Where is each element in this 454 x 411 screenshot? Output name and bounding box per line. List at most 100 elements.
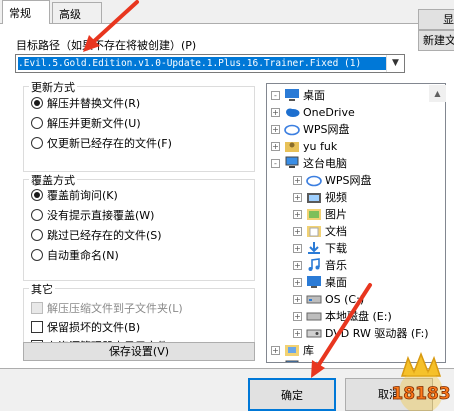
radio-label: 解压并更新文件(U) xyxy=(47,117,141,130)
radio-label: 解压并替换文件(R) xyxy=(47,97,141,110)
radio-button[interactable] xyxy=(31,229,43,241)
radio-extract-update[interactable]: 解压并更新文件(U) xyxy=(31,114,141,132)
collapse-icon[interactable]: - xyxy=(271,90,280,100)
tree-item-label: OS (C:) xyxy=(325,292,365,306)
tree-item-this-pc[interactable]: - 这台电脑 xyxy=(271,155,347,171)
ok-button[interactable]: 确定 xyxy=(248,378,336,411)
tree-item-dvd-drive[interactable]: + DVD RW 驱动器 (F:) xyxy=(293,325,429,341)
desktop-folder-icon xyxy=(306,275,322,289)
tree-item-wps-cloud[interactable]: + WPS网盘 xyxy=(271,121,350,137)
checkbox-label: 保留损坏的文件(B) xyxy=(47,321,141,334)
tree-item-drive-c[interactable]: + OS (C:) xyxy=(293,291,364,307)
tree-item-label: 桌面 xyxy=(325,276,347,289)
radio-overwrite-without-prompt[interactable]: 没有提示直接覆盖(W) xyxy=(31,206,154,224)
update-mode-title: 更新方式 xyxy=(29,79,77,95)
new-folder-button[interactable]: 新建文 xyxy=(418,30,454,51)
save-settings-button[interactable]: 保存设置(V) xyxy=(23,342,255,361)
tree-item-label: 桌面 xyxy=(303,89,325,102)
tree-item-user[interactable]: + yu fuk xyxy=(271,138,337,154)
chevron-down-icon[interactable]: ▼ xyxy=(386,55,404,72)
radio-label: 跳过已经存在的文件(S) xyxy=(47,229,162,242)
documents-folder-icon xyxy=(306,224,322,238)
checkbox[interactable] xyxy=(31,321,43,333)
radio-button[interactable] xyxy=(31,137,43,149)
network-icon xyxy=(284,360,300,362)
expand-icon[interactable]: + xyxy=(271,363,280,364)
expand-icon[interactable]: + xyxy=(293,175,302,185)
tree-item-drive-e[interactable]: + 本地磁盘 (E:) xyxy=(293,308,392,324)
expand-icon[interactable]: + xyxy=(293,209,302,219)
radio-button[interactable] xyxy=(31,249,43,261)
tree-item-music[interactable]: + 音乐 xyxy=(293,257,347,273)
music-folder-icon xyxy=(306,258,322,272)
tree-item-label: 网络 xyxy=(303,359,325,362)
expand-icon[interactable]: + xyxy=(271,107,280,117)
tree-item-label: OneDrive xyxy=(303,105,355,119)
folder-tree[interactable]: - 桌面 + OneDrive + WPS网盘 + yu fuk - 这台电脑 … xyxy=(266,83,446,363)
target-path-combobox[interactable]: .Evil.5.Gold.Edition.v1.0-Update.1.Plus.… xyxy=(15,54,405,73)
tree-item-label: 音乐 xyxy=(325,259,347,272)
checkbox-extract-to-subfolder[interactable]: 解压压缩文件到子文件夹(L) xyxy=(31,299,183,317)
target-path-value[interactable]: .Evil.5.Gold.Edition.v1.0-Update.1.Plus.… xyxy=(18,57,386,70)
tree-item-network[interactable]: + 网络 xyxy=(271,359,325,364)
tree-item-label: 这台电脑 xyxy=(303,157,347,170)
tab-bar: 常规 高级 xyxy=(0,0,454,24)
radio-button[interactable] xyxy=(31,209,43,221)
wps-cloud-icon xyxy=(284,122,300,136)
radio-button[interactable] xyxy=(31,117,43,129)
expand-icon[interactable]: + xyxy=(271,141,280,151)
expand-icon[interactable]: + xyxy=(293,277,302,287)
checkbox[interactable] xyxy=(31,302,43,314)
tree-item-onedrive[interactable]: + OneDrive xyxy=(271,104,355,120)
tree-item-documents[interactable]: + 文档 xyxy=(293,223,347,239)
expand-icon[interactable]: + xyxy=(293,226,302,236)
watermark-text: 18183 xyxy=(391,384,450,404)
desktop-icon xyxy=(284,88,300,102)
radio-label: 自动重命名(N) xyxy=(47,249,119,262)
tab-general[interactable]: 常规 xyxy=(2,0,50,24)
tree-item-libraries[interactable]: + 库 xyxy=(271,342,314,358)
expand-icon[interactable]: + xyxy=(293,260,302,270)
radio-button[interactable] xyxy=(31,97,43,109)
radio-skip-existing[interactable]: 跳过已经存在的文件(S) xyxy=(31,226,162,244)
drive-c-icon xyxy=(306,292,322,306)
checkbox-label: 解压压缩文件到子文件夹(L) xyxy=(47,302,183,315)
tree-item-videos[interactable]: + 视频 xyxy=(293,189,347,205)
expand-icon[interactable]: + xyxy=(293,243,302,253)
radio-label: 覆盖前询问(K) xyxy=(47,189,118,202)
update-mode-group: 更新方式 解压并替换文件(R) 解压并更新文件(U) 仅更新已经存在的文件(F) xyxy=(23,79,255,172)
wps-cloud-icon xyxy=(306,173,322,187)
scroll-up-arrow-icon[interactable]: ▲ xyxy=(429,85,446,102)
watermark-logo: 18183 xyxy=(391,352,451,411)
video-folder-icon xyxy=(306,190,322,204)
expand-icon[interactable]: + xyxy=(271,345,280,355)
user-icon xyxy=(284,139,300,153)
expand-icon[interactable]: + xyxy=(293,311,302,321)
collapse-icon[interactable]: - xyxy=(271,158,280,168)
computer-icon xyxy=(284,156,300,170)
onedrive-cloud-icon xyxy=(284,105,300,119)
downloads-folder-icon xyxy=(306,241,322,255)
radio-ask-before-overwrite[interactable]: 覆盖前询问(K) xyxy=(31,186,118,204)
drive-e-icon xyxy=(306,309,322,323)
expand-icon[interactable]: + xyxy=(271,124,280,134)
tab-advanced[interactable]: 高级 xyxy=(52,2,102,24)
tree-item-desktop-folder[interactable]: + 桌面 xyxy=(293,274,347,290)
expand-icon[interactable]: + xyxy=(293,192,302,202)
tree-item-label: WPS网盘 xyxy=(303,123,350,136)
radio-extract-replace[interactable]: 解压并替换文件(R) xyxy=(31,94,140,112)
tree-item-pictures[interactable]: + 图片 xyxy=(293,206,347,222)
checkbox-keep-broken-files[interactable]: 保留损坏的文件(B) xyxy=(31,318,140,336)
library-icon xyxy=(284,343,300,357)
show-button[interactable]: 显 xyxy=(418,9,454,30)
tree-item-label: 图片 xyxy=(325,208,347,221)
radio-auto-rename[interactable]: 自动重命名(N) xyxy=(31,246,119,264)
radio-button[interactable] xyxy=(31,189,43,201)
expand-icon[interactable]: + xyxy=(293,328,302,338)
radio-fresh-existing[interactable]: 仅更新已经存在的文件(F) xyxy=(31,134,172,152)
tree-item-downloads[interactable]: + 下载 xyxy=(293,240,347,256)
tree-item-wps-cloud-2[interactable]: + WPS网盘 xyxy=(293,172,372,188)
tree-item-desktop[interactable]: - 桌面 xyxy=(271,87,325,103)
expand-icon[interactable]: + xyxy=(293,294,302,304)
radio-label: 没有提示直接覆盖(W) xyxy=(47,209,155,222)
